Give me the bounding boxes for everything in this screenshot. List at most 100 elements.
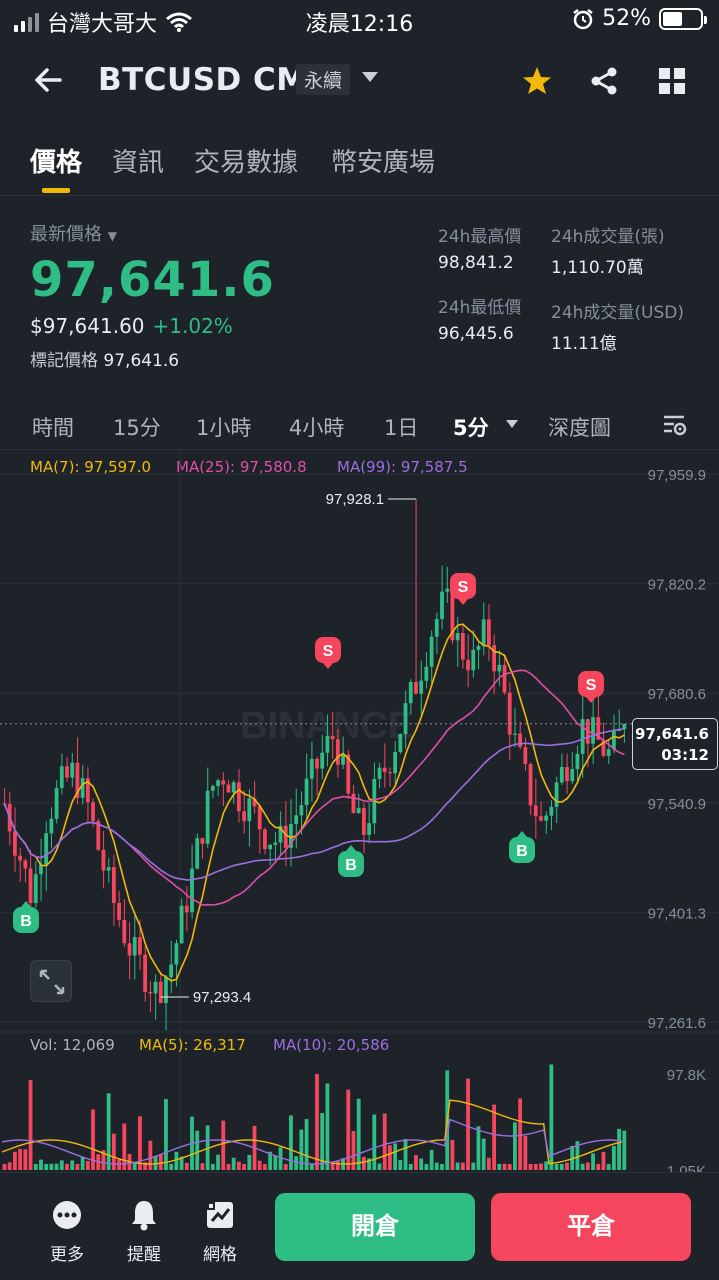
tf-4h[interactable]: 4小時 [289,412,344,442]
volume-bar [554,1163,559,1170]
volume-bar [408,1163,413,1170]
grid-trading-button[interactable]: 網格 [190,1199,250,1265]
candle-body [216,780,220,787]
tf-1d[interactable]: 1日 [384,412,418,442]
candle-body [341,754,345,765]
volume-bar [106,1093,111,1170]
tf-depth[interactable]: 深度圖 [548,412,611,442]
volume-bar [388,1145,392,1170]
candle-body [403,703,408,735]
candle-body [80,778,85,798]
candle-body [158,981,163,1004]
candle-body [143,954,148,992]
volume-bar [533,1163,538,1170]
candle-body [533,805,538,817]
back-arrow-icon[interactable] [30,62,66,98]
tf-1h[interactable]: 1小時 [196,412,251,442]
latest-price-label[interactable]: 最新價格 ▼ [30,220,275,246]
volume-bar [434,1162,439,1170]
candle-body [507,692,512,735]
volume-bar [466,1078,470,1170]
buy-marker-label: B [516,843,528,860]
annotations: 97,928.1 97,293.4 [160,491,417,1006]
candle-body [268,844,273,850]
volume-bar [382,1113,387,1170]
volume-bar [13,1151,17,1170]
candle-body [169,964,174,978]
grid-menu-icon[interactable] [655,64,689,98]
volume-bar [231,1157,236,1170]
tf-time[interactable]: 時間 [32,412,74,442]
volume-bar [236,1161,241,1170]
tab-trading-data[interactable]: 交易數據 [194,142,298,179]
candle-body [388,772,392,774]
candle-body [481,619,486,646]
contract-type-badge: 永續 [296,64,351,95]
volume-bar [393,1143,398,1170]
axis-tick-label: 97,680.6 [648,686,706,703]
volume-bar [622,1130,627,1170]
volume-bar [210,1163,215,1170]
candle-body [611,730,616,750]
candle-body [221,780,226,785]
volume-bar [440,1164,444,1170]
symbol-title[interactable]: BTCUSD CM [98,62,308,98]
volume-bar [403,1138,408,1170]
tf-dropdown-icon[interactable] [506,420,518,428]
symbol-dropdown-icon[interactable] [362,72,378,82]
stats-volume: 24h成交量(張) 1,110.70萬 24h成交量(USD) 11.11億 [551,222,684,354]
candle-body [18,855,23,861]
marker-pointer [458,599,468,605]
tf-5m[interactable]: 5分 [453,412,489,442]
candle-body [466,659,470,671]
candle-body [117,902,121,921]
star-icon[interactable] [520,64,554,98]
candle-body [101,849,106,871]
tab-info[interactable]: 資訊 [112,142,164,179]
axis-tick-label: 97,820.2 [648,577,706,594]
candle-body [408,682,413,704]
candle-body [330,736,335,740]
tf-15m[interactable]: 15分 [113,412,161,442]
axis-tick-label: 97,401.3 [648,905,706,922]
volume-bar [497,1163,502,1170]
volume-bar [528,1164,533,1170]
volume-bar [596,1163,601,1170]
candle-body [419,680,424,694]
battery-percent: 52% [602,6,651,31]
tab-square[interactable]: 幣安廣場 [331,142,435,179]
close-position-button[interactable]: 平倉 [491,1193,691,1261]
chart-settings-icon[interactable] [662,412,688,438]
candle-body [539,816,543,821]
open-position-button[interactable]: 開倉 [275,1193,475,1261]
volume-bar [49,1163,54,1170]
candle-body [440,591,444,620]
candle-body [559,767,564,783]
alert-button[interactable]: 提醒 [114,1199,174,1265]
volume-bar [117,1159,121,1170]
more-button[interactable]: 更多 [37,1199,97,1265]
candlestick-chart[interactable]: BINANCE 97,959.997,820.297,680.697,540.9… [0,452,719,1172]
bell-icon [132,1201,156,1231]
volume-bar [85,1160,90,1170]
candle-body [476,645,481,650]
candle-body [377,767,382,779]
tab-price[interactable]: 價格 [30,142,82,179]
candle-body [575,753,580,770]
candle-body [460,633,465,660]
last-price: 97,641.6 [30,252,275,308]
volume-bar [304,1119,309,1170]
volume-usd-value: 11.11億 [551,334,617,354]
grid-label: 網格 [203,1245,237,1265]
candle-body [132,937,137,956]
share-icon[interactable] [587,64,621,98]
volume-legend: Vol: 12,069 [30,1036,115,1054]
volume-bar [455,1162,460,1170]
candle-body [263,829,267,850]
volume-bar [398,1159,403,1170]
candle-body [111,867,116,903]
candle-body [257,806,262,830]
volume-bar [39,1159,43,1170]
fullscreen-button[interactable] [30,960,72,1002]
candle-body [190,868,194,913]
